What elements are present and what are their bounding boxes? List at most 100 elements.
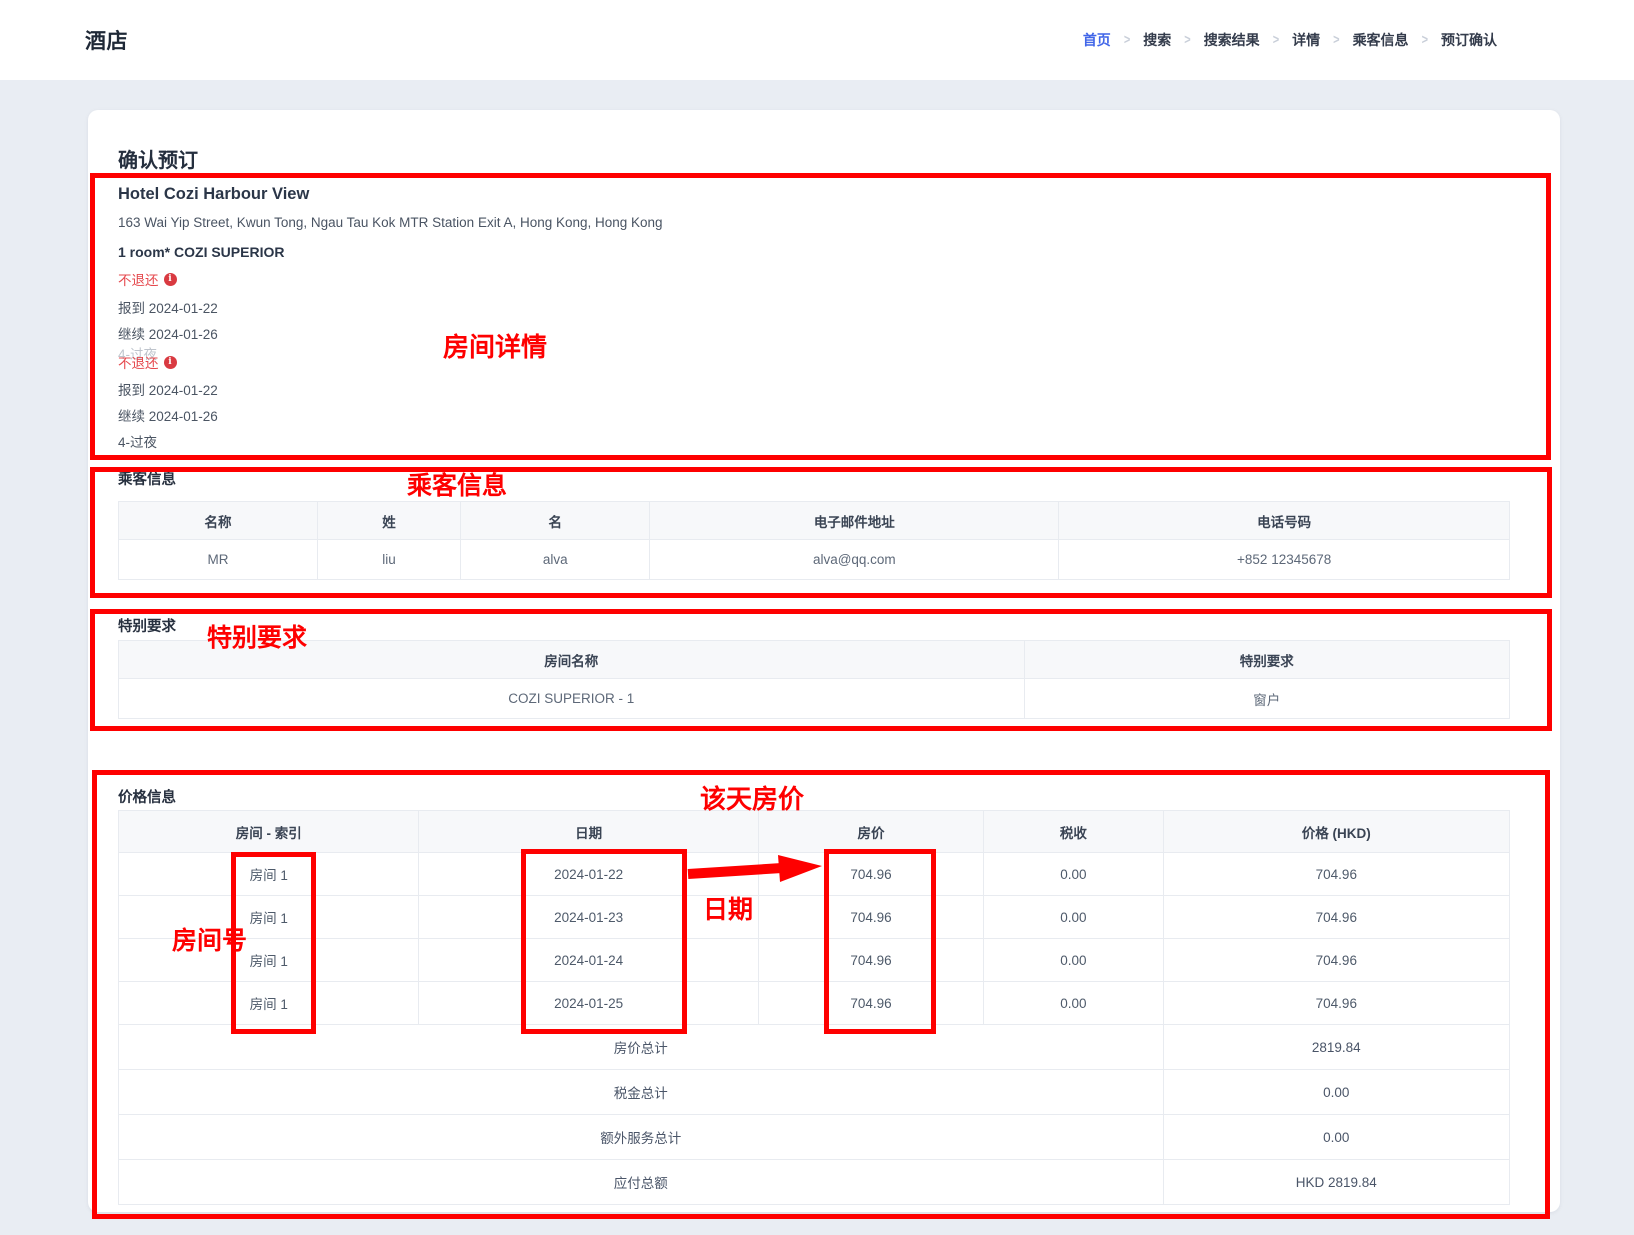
column-header: 税收 <box>984 811 1163 853</box>
price: 704.96 <box>1163 982 1509 1025</box>
price-info-section: 价格信息 房间 - 索引 日期 房价 税收 价格 (HKD) 房间 1 2024… <box>118 786 1510 1206</box>
total-row: 额外服务总计 0.00 <box>119 1115 1510 1160</box>
passenger-email: alva@qq.com <box>650 540 1059 580</box>
column-header: 房价 <box>758 811 983 853</box>
column-header: 电话号码 <box>1059 502 1510 540</box>
room-index: 房间 1 <box>119 853 419 896</box>
section-title-pricing: 价格信息 <box>118 786 176 807</box>
passenger-table: 名称 姓 名 电子邮件地址 电话号码 MR liu alva alva@qq.c… <box>118 501 1510 580</box>
checkout-date: 继续 2024-01-26 <box>118 405 218 425</box>
nonrefundable-label: 不退还 <box>118 269 159 289</box>
total-label: 税金总计 <box>119 1070 1164 1115</box>
table-row: MR liu alva alva@qq.com +852 12345678 <box>119 540 1510 580</box>
passenger-phone: +852 12345678 <box>1059 540 1510 580</box>
room-name: COZI SUPERIOR - 1 <box>119 679 1025 719</box>
date: 2024-01-25 <box>419 982 758 1025</box>
total-label: 应付总额 <box>119 1160 1164 1205</box>
breadcrumb-item-booking-confirm[interactable]: 预订确认 <box>1441 30 1497 50</box>
tax: 0.00 <box>984 939 1163 982</box>
passenger-firstname: alva <box>461 540 650 580</box>
hotel-address: 163 Wai Yip Street, Kwun Tong, Ngau Tau … <box>118 215 663 230</box>
breadcrumb-item-search-results[interactable]: 搜索结果 <box>1204 30 1260 50</box>
total-value: 0.00 <box>1163 1070 1509 1115</box>
column-header: 价格 (HKD) <box>1163 811 1509 853</box>
chevron-right-icon <box>1273 33 1279 48</box>
room-rate: 704.96 <box>758 896 983 939</box>
price-table: 房间 - 索引 日期 房价 税收 价格 (HKD) 房间 1 2024-01-2… <box>118 810 1510 1205</box>
column-header: 名称 <box>119 502 318 540</box>
column-header: 房间 - 索引 <box>119 811 419 853</box>
breadcrumb-item-home[interactable]: 首页 <box>1083 30 1111 50</box>
chevron-right-icon <box>1333 33 1339 48</box>
price-row: 房间 1 2024-01-22 704.96 0.00 704.96 <box>119 853 1510 896</box>
total-label: 房价总计 <box>119 1025 1164 1070</box>
total-row: 应付总额 HKD 2819.84 <box>119 1160 1510 1205</box>
checkout-date: 继续 2024-01-26 <box>118 323 218 343</box>
passenger-lastname: liu <box>317 540 460 580</box>
table-header-row: 房间名称 特别要求 <box>119 641 1510 679</box>
total-row: 税金总计 0.00 <box>119 1070 1510 1115</box>
date: 2024-01-24 <box>419 939 758 982</box>
special-request-table: 房间名称 特别要求 COZI SUPERIOR - 1 窗户 <box>118 640 1510 719</box>
table-header-row: 房间 - 索引 日期 房价 税收 价格 (HKD) <box>119 811 1510 853</box>
room-summary: 1 room* COZI SUPERIOR <box>118 244 284 260</box>
total-label: 额外服务总计 <box>119 1115 1164 1160</box>
table-row: COZI SUPERIOR - 1 窗户 <box>119 679 1510 719</box>
nights-count: 4-过夜 <box>118 431 157 451</box>
room-index: 房间 1 <box>119 896 419 939</box>
chevron-right-icon <box>1422 33 1428 48</box>
price: 704.96 <box>1163 853 1509 896</box>
total-value: 0.00 <box>1163 1115 1509 1160</box>
chevron-right-icon <box>1184 33 1190 48</box>
price: 704.96 <box>1163 939 1509 982</box>
column-header: 特别要求 <box>1024 641 1509 679</box>
table-header-row: 名称 姓 名 电子邮件地址 电话号码 <box>119 502 1510 540</box>
breadcrumb-item-search[interactable]: 搜索 <box>1143 30 1171 50</box>
column-header: 名 <box>461 502 650 540</box>
tax: 0.00 <box>984 853 1163 896</box>
passenger-info-section: 乘客信息 名称 姓 名 电子邮件地址 电话号码 MR liu alva alva… <box>118 468 1510 598</box>
column-header: 房间名称 <box>119 641 1025 679</box>
column-header: 姓 <box>317 502 460 540</box>
room-rate: 704.96 <box>758 939 983 982</box>
breadcrumb-item-passenger-info[interactable]: 乘客信息 <box>1353 30 1409 50</box>
column-header: 日期 <box>419 811 758 853</box>
breadcrumb: 首页 搜索 搜索结果 详情 乘客信息 预订确认 <box>1083 30 1497 50</box>
tax: 0.00 <box>984 896 1163 939</box>
price: 704.96 <box>1163 896 1509 939</box>
total-row: 房价总计 2819.84 <box>119 1025 1510 1070</box>
breadcrumb-item-details[interactable]: 详情 <box>1292 30 1320 50</box>
tax: 0.00 <box>984 982 1163 1025</box>
special-request-value: 窗户 <box>1024 679 1509 719</box>
special-request-section: 特别要求 房间名称 特别要求 COZI SUPERIOR - 1 窗户 <box>118 615 1510 730</box>
nonrefundable-label: 不退还 <box>118 352 159 372</box>
chevron-right-icon <box>1124 33 1130 48</box>
total-value: 2819.84 <box>1163 1025 1509 1070</box>
checkin-date: 报到 2024-01-22 <box>118 297 218 317</box>
room-rate: 704.96 <box>758 853 983 896</box>
booking-confirmation-card: 确认预订 Hotel Cozi Harbour View 163 Wai Yip… <box>88 110 1560 1212</box>
room-index: 房间 1 <box>119 982 419 1025</box>
price-row: 房间 1 2024-01-24 704.96 0.00 704.96 <box>119 939 1510 982</box>
section-title-passengers: 乘客信息 <box>118 468 176 489</box>
total-value: HKD 2819.84 <box>1163 1160 1509 1205</box>
column-header: 电子邮件地址 <box>650 502 1059 540</box>
navbar: 酒店 首页 搜索 搜索结果 详情 乘客信息 预订确认 <box>0 0 1634 80</box>
room-rate: 704.96 <box>758 982 983 1025</box>
page-title: 确认预订 <box>118 144 198 173</box>
room-details-section: Hotel Cozi Harbour View 163 Wai Yip Stre… <box>118 173 1510 469</box>
nonrefundable-badge: 不退还 <box>118 269 177 289</box>
info-icon[interactable] <box>164 356 177 369</box>
date: 2024-01-22 <box>419 853 758 896</box>
section-title-special: 特别要求 <box>118 615 176 636</box>
info-icon[interactable] <box>164 273 177 286</box>
brand-logo[interactable]: 酒店 <box>85 25 128 55</box>
date: 2024-01-23 <box>419 896 758 939</box>
checkin-date: 报到 2024-01-22 <box>118 379 218 399</box>
passenger-title: MR <box>119 540 318 580</box>
room-index: 房间 1 <box>119 939 419 982</box>
price-row: 房间 1 2024-01-25 704.96 0.00 704.96 <box>119 982 1510 1025</box>
hotel-name: Hotel Cozi Harbour View <box>118 185 309 204</box>
price-row: 房间 1 2024-01-23 704.96 0.00 704.96 <box>119 896 1510 939</box>
nonrefundable-badge: 不退还 <box>118 352 177 372</box>
